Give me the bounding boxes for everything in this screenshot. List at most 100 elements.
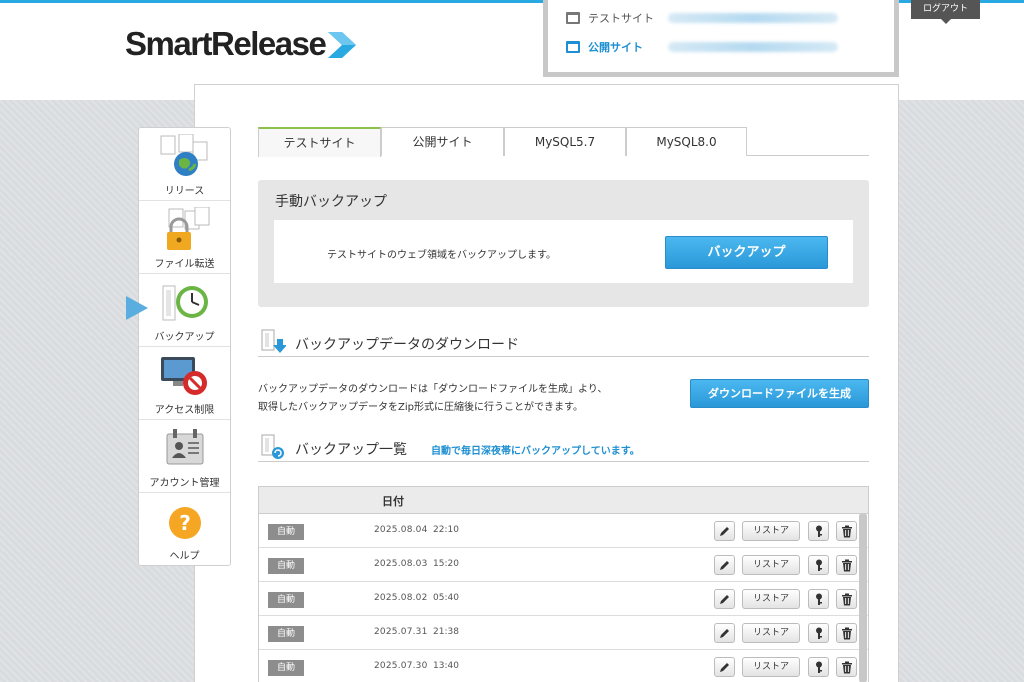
delete-button[interactable] [836, 521, 857, 541]
download-description: バックアップデータのダウンロードは「ダウンロードファイルを生成」より、 取得した… [258, 381, 607, 417]
edit-button[interactable] [714, 657, 735, 677]
manual-backup-section: 手動バックアップ テストサイトのウェブ領域をバックアップします。 バックアップ [258, 180, 869, 307]
window-icon [566, 41, 580, 53]
pencil-icon [720, 561, 729, 570]
globe-release-icon [160, 134, 208, 176]
monitor-blocked-icon [161, 357, 207, 395]
restore-button[interactable]: リストア [742, 555, 800, 575]
site-selector: テストサイト 公開サイト [543, 0, 899, 77]
table-scrollbar[interactable] [859, 514, 867, 682]
sidebar-item-label: ヘルプ [169, 551, 200, 562]
key-button[interactable] [808, 589, 829, 609]
table-row: 自動 2025.07.30 13:40 リストア [259, 650, 868, 682]
backup-date: 2025.08.03 [374, 559, 428, 569]
sidebar-item-release[interactable]: リリース [139, 128, 230, 201]
delete-button[interactable] [836, 623, 857, 643]
sidebar-item-label: アクセス制限 [154, 405, 215, 416]
pencil-icon [720, 629, 729, 638]
sidebar-item-label: バックアップ [154, 332, 215, 343]
id-badge-icon [166, 429, 204, 465]
active-nav-pointer [126, 296, 148, 320]
sidebar-item-help[interactable]: ? ヘルプ [139, 493, 230, 566]
backup-type-badge: 自動 [268, 626, 304, 642]
tab-mysql80[interactable]: MySQL8.0 [626, 127, 747, 156]
delete-button[interactable] [836, 555, 857, 575]
trash-icon [842, 559, 852, 572]
tab-public-site[interactable]: 公開サイト [381, 127, 504, 156]
trash-icon [842, 627, 852, 640]
key-icon [816, 661, 822, 673]
key-button[interactable] [808, 623, 829, 643]
logo[interactable]: SmartRelease [125, 24, 358, 64]
logo-text: SmartRelease [125, 25, 327, 62]
restore-button[interactable]: リストア [742, 623, 800, 643]
site-url-public[interactable] [668, 42, 838, 52]
table-header: 日付 [259, 487, 868, 514]
sidebar-nav: リリース ファイル転送 バックアップ アクセス制限 アカウント管理 ? ヘルプ [138, 127, 231, 566]
key-button[interactable] [808, 521, 829, 541]
table-row: 自動 2025.08.02 05:40 リストア [259, 582, 868, 616]
edit-button[interactable] [714, 521, 735, 541]
logout-button[interactable]: ログアウト [911, 0, 980, 24]
manual-backup-description: テストサイトのウェブ領域をバックアップします。 [327, 250, 556, 261]
backup-time: 22:10 [433, 525, 459, 535]
backup-table: 日付 自動 2025.08.04 22:10 リストア 自動 2025.08.03 15:2… [258, 486, 869, 682]
backup-date: 2025.07.31 [374, 627, 428, 637]
sidebar-item-backup[interactable]: バックアップ [139, 274, 230, 347]
restore-button[interactable]: リストア [742, 589, 800, 609]
backup-time: 13:40 [433, 661, 459, 671]
sidebar-item-label: アカウント管理 [149, 478, 220, 489]
site-label-test: テストサイト [588, 12, 654, 25]
backup-time: 05:40 [433, 593, 459, 603]
trash-icon [842, 593, 852, 606]
edit-button[interactable] [714, 589, 735, 609]
manual-backup-title: 手動バックアップ [275, 194, 387, 210]
backup-list-header: バックアップ一覧 自動で毎日深夜帯にバックアップしています。 [258, 434, 869, 462]
restore-button[interactable]: リストア [742, 657, 800, 677]
manual-backup-body: テストサイトのウェブ領域をバックアップします。 バックアップ [274, 220, 853, 283]
pencil-icon [720, 527, 729, 536]
tab-test-site[interactable]: テストサイト [258, 127, 381, 157]
logo-arrow-icon [328, 32, 357, 58]
backup-list-icon [261, 434, 284, 459]
sidebar-item-account[interactable]: アカウント管理 [139, 420, 230, 493]
restore-button[interactable]: リストア [742, 521, 800, 541]
backup-date: 2025.07.30 [374, 661, 428, 671]
key-button[interactable] [808, 555, 829, 575]
sidebar-item-label: リリース [164, 186, 205, 197]
generate-download-button[interactable]: ダウンロードファイルを生成 [690, 379, 869, 408]
key-button[interactable] [808, 657, 829, 677]
trash-icon [842, 661, 852, 674]
backup-list-title: バックアップ一覧 [295, 442, 407, 458]
backup-date: 2025.08.02 [374, 593, 428, 603]
help-icon: ? [169, 507, 201, 539]
site-url-test[interactable] [668, 13, 838, 23]
sidebar-item-label: ファイル転送 [154, 259, 215, 270]
pencil-icon [720, 663, 729, 672]
edit-button[interactable] [714, 555, 735, 575]
backup-type-badge: 自動 [268, 524, 304, 540]
pencil-icon [720, 595, 729, 604]
backup-list-note: 自動で毎日深夜帯にバックアップしています。 [431, 446, 640, 457]
backup-button[interactable]: バックアップ [665, 236, 828, 269]
edit-button[interactable] [714, 623, 735, 643]
site-row-test[interactable]: テストサイト [566, 9, 838, 27]
window-icon [566, 12, 580, 24]
table-row: 自動 2025.08.03 15:20 リストア [259, 548, 868, 582]
backup-type-badge: 自動 [268, 558, 304, 574]
site-row-public[interactable]: 公開サイト [566, 38, 838, 56]
site-label-public: 公開サイト [588, 41, 643, 54]
sidebar-item-file-transfer[interactable]: ファイル転送 [139, 201, 230, 274]
delete-button[interactable] [836, 589, 857, 609]
backup-type-badge: 自動 [268, 592, 304, 608]
download-section-header: バックアップデータのダウンロード [258, 329, 869, 357]
svg-text:?: ? [179, 511, 191, 535]
table-row: 自動 2025.08.04 22:10 リストア [259, 514, 868, 548]
tab-mysql57[interactable]: MySQL5.7 [504, 127, 626, 156]
download-section-title: バックアップデータのダウンロード [295, 337, 519, 353]
site-tabs: テストサイト 公開サイト MySQL5.7 MySQL8.0 [258, 127, 869, 157]
backup-time: 21:38 [433, 627, 459, 637]
delete-button[interactable] [836, 657, 857, 677]
download-description-line: 取得したバックアップデータをZip形式に圧縮後に行うことができます。 [258, 402, 583, 413]
sidebar-item-access-control[interactable]: アクセス制限 [139, 347, 230, 420]
